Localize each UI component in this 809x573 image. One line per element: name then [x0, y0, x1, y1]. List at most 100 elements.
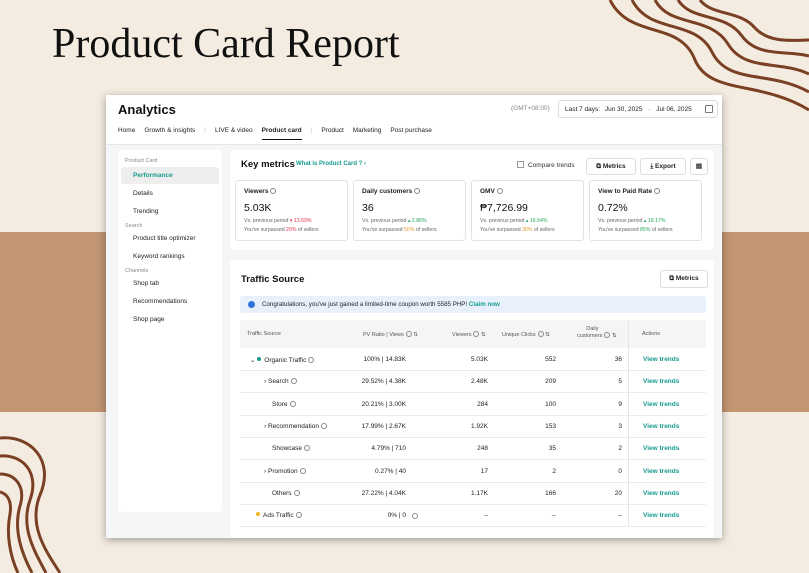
tab-growth-insights[interactable]: Growth & insights — [144, 127, 195, 134]
metric-card-gmv[interactable]: GMV ₱7,726.99 Vs. previous period ▴ 16.5… — [471, 180, 584, 241]
sidebar-item-keyword-rankings[interactable]: Keyword rankings — [118, 248, 222, 265]
view-trends-link[interactable]: View trends — [643, 423, 679, 430]
view-trends-link[interactable]: View trends — [643, 445, 679, 452]
row-source-cell[interactable]: › Search — [264, 378, 297, 385]
view-trends-link[interactable]: View trends — [643, 356, 679, 363]
sort-icon[interactable]: ⇅ — [545, 332, 550, 338]
metric-card-view-to-paid-rate[interactable]: View to Paid Rate 0.72% Vs. previous per… — [589, 180, 702, 241]
row-expand-icon[interactable]: › — [264, 378, 266, 385]
row-source-name: Search — [267, 378, 289, 386]
sort-icon[interactable]: ⇅ — [481, 332, 486, 338]
row-source-cell[interactable]: Store — [272, 400, 296, 408]
help-icon[interactable] — [654, 188, 661, 194]
help-icon[interactable] — [537, 331, 544, 337]
tab-product[interactable]: Product — [321, 127, 343, 134]
row-source-cell[interactable]: Showcase — [272, 445, 310, 452]
date-range-end: Jul 06, 2025 — [656, 106, 692, 113]
sidebar-item-recommendations[interactable]: Recommendations — [118, 293, 222, 310]
help-icon[interactable] — [304, 445, 310, 452]
help-icon[interactable] — [289, 400, 296, 407]
info-icon — [248, 301, 255, 308]
row-expand-icon[interactable]: › — [264, 423, 266, 430]
date-range-start: Jun 30, 2025 — [604, 106, 643, 113]
metric-card-title: View to Paid Rate — [598, 188, 661, 195]
header-bar: Analytics (GMT+08:00) Last 7 days: Jun 3… — [106, 95, 722, 145]
analytics-screenshot: Analytics (GMT+08:00) Last 7 days: Jun 3… — [106, 95, 722, 538]
export-button-label: Export — [655, 163, 676, 170]
view-trends-link[interactable]: View trends — [643, 378, 679, 385]
row-source-cell[interactable]: › Recommendation — [264, 422, 327, 430]
row-source-cell[interactable]: Ads Traffic — [256, 512, 302, 519]
compare-trends-label: Compare trends — [528, 162, 575, 169]
table-header: Traffic Source PV Ratio | Views ⇅ Viewer… — [240, 320, 706, 348]
view-trends-link[interactable]: View trends — [643, 401, 679, 408]
row-source-name: Recommendation — [267, 422, 319, 430]
metric-card-viewers[interactable]: Viewers 5.03K Vs. previous period ▾ 13.6… — [235, 180, 348, 241]
tab-product-card[interactable]: Product card — [261, 127, 302, 140]
sidebar-item-details[interactable]: Details — [118, 185, 222, 202]
sidebar-item-performance[interactable]: Performance — [121, 167, 219, 184]
table-row: › Recommendation 17.99% | 2.67K 1.92K 153 3 V… — [240, 416, 706, 438]
help-icon[interactable] — [308, 357, 315, 363]
calendar-icon[interactable] — [705, 105, 713, 113]
tab-divider: | — [204, 127, 206, 134]
row-expand-icon[interactable]: › — [264, 468, 266, 475]
document-button[interactable]: ▤ — [690, 158, 708, 175]
comparison-change: ▾ 13.69% — [289, 218, 312, 224]
view-trends-link[interactable]: View trends — [643, 468, 679, 475]
header-unique-clicks[interactable]: Unique Clicks ⇅ — [502, 331, 550, 338]
checkbox-icon[interactable] — [517, 161, 524, 168]
export-button[interactable]: ⤓ Export — [640, 158, 686, 175]
comparison-change: ▴ 19.17% — [643, 218, 666, 224]
help-icon[interactable] — [320, 422, 327, 429]
sidebar-item-trending[interactable]: Trending — [118, 203, 222, 220]
tab-live-video[interactable]: LIVE & video — [215, 127, 253, 134]
metric-card-comparison: Vs. previous period ▴ 19.17% — [598, 218, 666, 224]
help-icon[interactable] — [290, 378, 297, 385]
help-icon[interactable] — [473, 331, 480, 337]
row-expand-icon[interactable]: ⌄ — [250, 357, 255, 364]
row-source-cell[interactable]: › Promotion — [264, 467, 306, 475]
help-icon[interactable] — [293, 489, 300, 496]
date-range-separator: - — [648, 106, 651, 113]
comparison-label: Vs. previous period — [598, 218, 643, 224]
date-range-picker[interactable]: Last 7 days: Jun 30, 2025 - Jul 06, 2025 — [558, 100, 718, 118]
row-viewers: 1.92K — [471, 422, 488, 430]
metric-card-title-text: Daily customers — [362, 188, 413, 195]
help-icon[interactable] — [604, 332, 611, 338]
claim-now-link[interactable]: Claim now — [469, 301, 500, 308]
row-pv-ratio: 0.27% | 40 — [375, 467, 406, 475]
help-icon[interactable] — [270, 188, 277, 194]
traffic-metrics-button[interactable]: ⧉ Metrics — [660, 270, 708, 288]
view-trends-link[interactable]: View trends — [643, 490, 679, 497]
row-source-name: Showcase — [272, 445, 302, 453]
sidebar-item-shop-page[interactable]: Shop page — [118, 311, 222, 328]
help-icon[interactable] — [412, 513, 418, 520]
header-daily-customers[interactable]: Daily customers ⇅ — [577, 326, 617, 339]
header-viewers[interactable]: Viewers ⇅ — [452, 331, 486, 338]
header-pv-ratio[interactable]: PV Ratio | Views ⇅ — [363, 331, 418, 338]
top-nav-tabs: Home Growth & insights | LIVE & video Produc… — [118, 127, 441, 140]
help-icon[interactable] — [405, 331, 412, 337]
tab-home[interactable]: Home — [118, 127, 135, 134]
sidebar-item-product-title-optimizer[interactable]: Product title optimizer — [118, 230, 222, 247]
row-source-cell[interactable]: ⌄ Organic Traffic — [250, 356, 315, 364]
what-is-product-card-link[interactable]: What is Product Card ? › — [296, 161, 366, 167]
traffic-metrics-label: Metrics — [675, 275, 699, 282]
help-icon[interactable] — [414, 188, 421, 194]
surpass-suffix: of sellers — [296, 227, 319, 233]
sidebar-item-shop-tab[interactable]: Shop tab — [118, 275, 222, 292]
help-icon[interactable] — [295, 512, 302, 519]
sort-icon[interactable]: ⇅ — [612, 333, 617, 339]
sort-icon[interactable]: ⇅ — [413, 332, 418, 338]
view-trends-link[interactable]: View trends — [643, 512, 679, 519]
tab-marketing[interactable]: Marketing — [353, 127, 382, 134]
help-icon[interactable] — [496, 188, 503, 194]
help-icon[interactable] — [299, 467, 306, 474]
metrics-button[interactable]: ⧉ Metrics — [586, 158, 636, 175]
metric-card-daily-customers[interactable]: Daily customers 36 Vs. previous period ▴… — [353, 180, 466, 241]
tab-post-purchase[interactable]: Post purchase — [390, 127, 432, 134]
compare-trends-checkbox[interactable]: Compare trends — [517, 161, 575, 169]
row-source-cell[interactable]: Others — [272, 489, 300, 497]
row-pv-ratio: 100% | 14.83K — [363, 356, 406, 363]
